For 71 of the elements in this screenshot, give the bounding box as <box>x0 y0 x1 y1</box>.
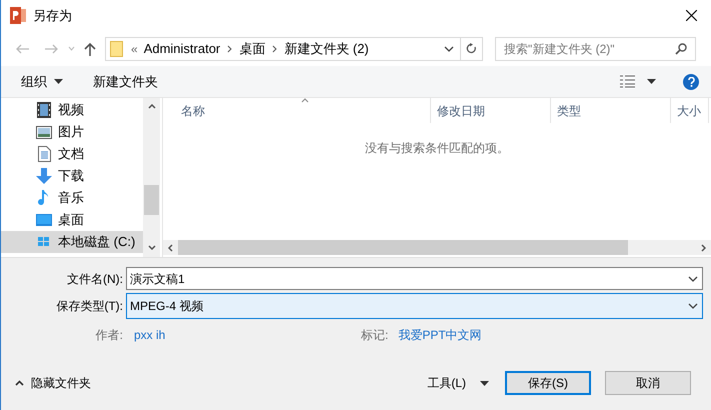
field-label: 作者: <box>94 327 124 344</box>
landscape-image-icon <box>36 126 52 138</box>
forward-arrow-icon <box>44 44 58 54</box>
breadcrumb-item[interactable]: 新建文件夹 (2) <box>284 38 369 58</box>
caret-down-icon <box>480 380 489 386</box>
author-value[interactable]: pxx ih <box>134 326 361 344</box>
monitor-icon <box>36 214 52 226</box>
sidebar-item[interactable]: 文档 <box>1 143 143 165</box>
chevron-down-icon <box>68 46 74 51</box>
chevron-down-icon <box>444 46 454 52</box>
scroll-left-icon <box>168 244 173 252</box>
close-icon <box>686 10 696 21</box>
sidebar-item[interactable]: 视频 <box>1 99 143 121</box>
document-icon <box>38 146 50 162</box>
down-arrow-icon <box>36 168 52 184</box>
chevron-up-icon <box>15 380 24 386</box>
organize-button[interactable]: 组织 <box>21 72 63 92</box>
folder-icon <box>110 40 123 56</box>
column-header[interactable]: 修改日期 <box>431 98 551 123</box>
tags-value[interactable]: 我爱PPT中文网 <box>398 326 482 344</box>
sidebar-item[interactable]: 音乐 <box>1 187 143 209</box>
scroll-right-icon <box>701 244 706 252</box>
column-header[interactable]: 大小 <box>671 98 709 123</box>
app-logo-icon <box>10 7 27 24</box>
music-note-icon <box>38 190 50 206</box>
empty-message: 没有与搜索条件匹配的项。 <box>365 140 509 157</box>
overflow-chevrons[interactable]: « <box>131 40 138 58</box>
up-button[interactable] <box>83 42 97 56</box>
horizontal-scrollbar[interactable] <box>163 240 711 255</box>
column-header[interactable]: 类型 <box>551 98 671 123</box>
scroll-down-icon <box>148 245 156 250</box>
chevron-right-icon <box>227 44 232 52</box>
caret-down-icon <box>54 79 63 84</box>
chevron-right-icon <box>272 44 278 52</box>
up-arrow-icon <box>84 42 96 56</box>
new-folder-button[interactable]: 新建文件夹 <box>93 72 158 92</box>
refresh-icon <box>466 42 477 54</box>
drive-icon <box>38 237 50 247</box>
sidebar-item[interactable]: 下载 <box>1 165 143 187</box>
view-options-button[interactable] <box>620 75 656 88</box>
scrollbar-thumb[interactable] <box>144 185 159 215</box>
help-icon <box>688 76 694 86</box>
address-bar[interactable]: « Administrator 桌面 新建文件夹 (2) <box>105 36 483 60</box>
vertical-scrollbar[interactable] <box>143 98 160 257</box>
details-view-icon <box>620 75 635 88</box>
film-icon <box>37 102 51 118</box>
file-type-dropdown[interactable]: MPEG-4 视频 <box>126 293 703 319</box>
chevron-down-icon <box>688 276 698 282</box>
hide-folders-button[interactable]: 隐藏文件夹 <box>15 374 91 392</box>
save-button[interactable]: 保存(S) <box>505 371 591 395</box>
column-header[interactable]: 名称 <box>175 98 431 123</box>
breadcrumb-item[interactable]: Administrator <box>144 38 220 58</box>
field-label: 文件名(N): <box>66 270 124 288</box>
filename-field[interactable]: 演示文稿1 <box>126 267 703 290</box>
help-button[interactable] <box>683 74 699 90</box>
sidebar-item[interactable]: 图片 <box>1 121 143 143</box>
tools-button[interactable]: 工具(L) <box>427 374 489 392</box>
search-field[interactable]: 搜索"新建文件夹 (2)" <box>495 36 696 60</box>
field-label: 保存类型(T): <box>55 298 124 315</box>
breadcrumb-item[interactable]: 桌面 <box>239 38 266 58</box>
chevron-down-icon <box>688 303 698 309</box>
cancel-button[interactable]: 取消 <box>605 371 691 395</box>
search-icon <box>675 42 687 54</box>
scroll-up-icon <box>148 104 156 109</box>
sidebar-item[interactable]: 桌面 <box>1 209 143 231</box>
caret-down-icon <box>647 79 656 84</box>
field-label: 标记: <box>361 327 388 344</box>
sidebar-item[interactable]: 本地磁盘 (C:) <box>1 231 143 253</box>
scrollbar-thumb[interactable] <box>178 240 628 255</box>
window-title: 另存为 <box>33 6 72 25</box>
back-arrow-icon <box>16 44 30 54</box>
